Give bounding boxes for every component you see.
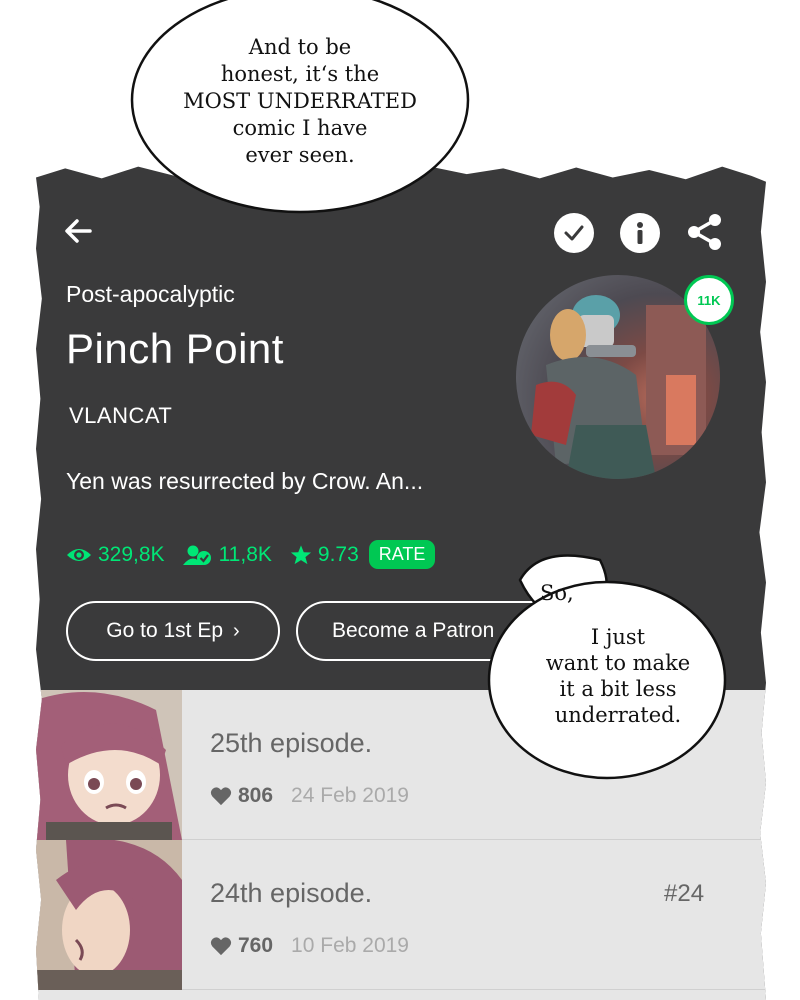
views-count: 329,8K — [98, 542, 165, 566]
info-button[interactable] — [620, 213, 660, 253]
top-bubble-line: MOST UNDERRATED — [183, 89, 417, 113]
bottom-bubble-line: underrated. — [554, 703, 682, 727]
bottom-bubble-line: want to make — [545, 651, 691, 675]
arrow-left-icon — [65, 219, 92, 243]
views-stat: 329,8K — [66, 543, 165, 567]
episode-likes: 760 — [238, 934, 274, 957]
eye-icon — [67, 548, 91, 561]
top-bubble-line: And to be — [248, 35, 352, 59]
share-icon — [688, 214, 721, 250]
stats-row: 329,8K 11,8K 9.73 RATE — [66, 540, 436, 569]
top-bubble-line: ever seen. — [245, 143, 355, 167]
episode-number: #24 — [664, 880, 705, 907]
episode-title: 24th episode. — [210, 878, 373, 908]
episode-list: 25th episode. 806 24 Feb 2019 24th episo… — [36, 690, 766, 1000]
bottom-bubble-lead-text: So, — [540, 581, 574, 605]
comic-info-panel: Post-apocalyptic Pinch Point VLANCAT Yen… — [36, 166, 766, 1000]
share-button[interactable] — [684, 211, 726, 253]
comic-screen: Post-apocalyptic Pinch Point VLANCAT Yen… — [0, 0, 800, 1000]
episode-title: 25th episode. — [210, 728, 373, 758]
subscribed-user-icon — [182, 545, 211, 565]
comic-genre: Post-apocalyptic — [66, 281, 235, 307]
heart-icon — [210, 787, 232, 806]
bottom-bubble-line: it a bit less — [559, 677, 677, 701]
episode-meta: 806 24 Feb 2019 — [210, 784, 409, 808]
become-patron-label: Become a Patron — [332, 619, 495, 642]
top-bubble-text: And to be honest, it‘s the MOST UNDERRAT… — [160, 34, 440, 169]
top-bubble-line: comic I have — [232, 116, 368, 140]
subscribers-stat: 11,8K — [182, 542, 272, 567]
comic-description[interactable]: Yen was resurrected by Crow. An... — [66, 468, 423, 495]
episode-date: 10 Feb 2019 — [291, 934, 409, 957]
episode-row[interactable]: 24th episode. #24 760 10 Feb 2019 — [36, 840, 766, 990]
comic-title: Pinch Point — [66, 325, 284, 372]
episode-date: 24 Feb 2019 — [291, 784, 409, 807]
episode-likes: 806 — [238, 784, 274, 807]
heart-icon — [210, 937, 232, 956]
star-icon — [290, 544, 311, 564]
bottom-bubble-line: I just — [590, 625, 646, 649]
rate-button[interactable]: RATE — [368, 540, 436, 569]
episode-thumbnail — [36, 840, 182, 990]
episode-thumbnail — [36, 690, 182, 840]
bottom-bubble-text: I just want to make it a bit less underr… — [520, 624, 716, 728]
check-icon — [564, 225, 584, 241]
subscribe-check-button[interactable] — [554, 213, 594, 253]
subscribers-count: 11,8K — [218, 542, 272, 566]
top-bubble-line: honest, it‘s the — [220, 62, 380, 86]
back-button[interactable] — [60, 213, 96, 249]
go-to-first-episode-button[interactable]: Go to 1st Ep › — [66, 601, 280, 661]
go-to-first-episode-label: Go to 1st Ep — [106, 619, 224, 642]
subscriber-badge: 11K — [684, 275, 734, 325]
rating-value: 9.73 — [317, 542, 359, 566]
episode-meta: 760 10 Feb 2019 — [210, 934, 409, 958]
info-icon — [637, 222, 643, 244]
rating-stat: 9.73 — [290, 543, 359, 567]
chevron-right-icon: › — [233, 619, 240, 642]
comic-author[interactable]: VLANCAT — [69, 403, 172, 429]
